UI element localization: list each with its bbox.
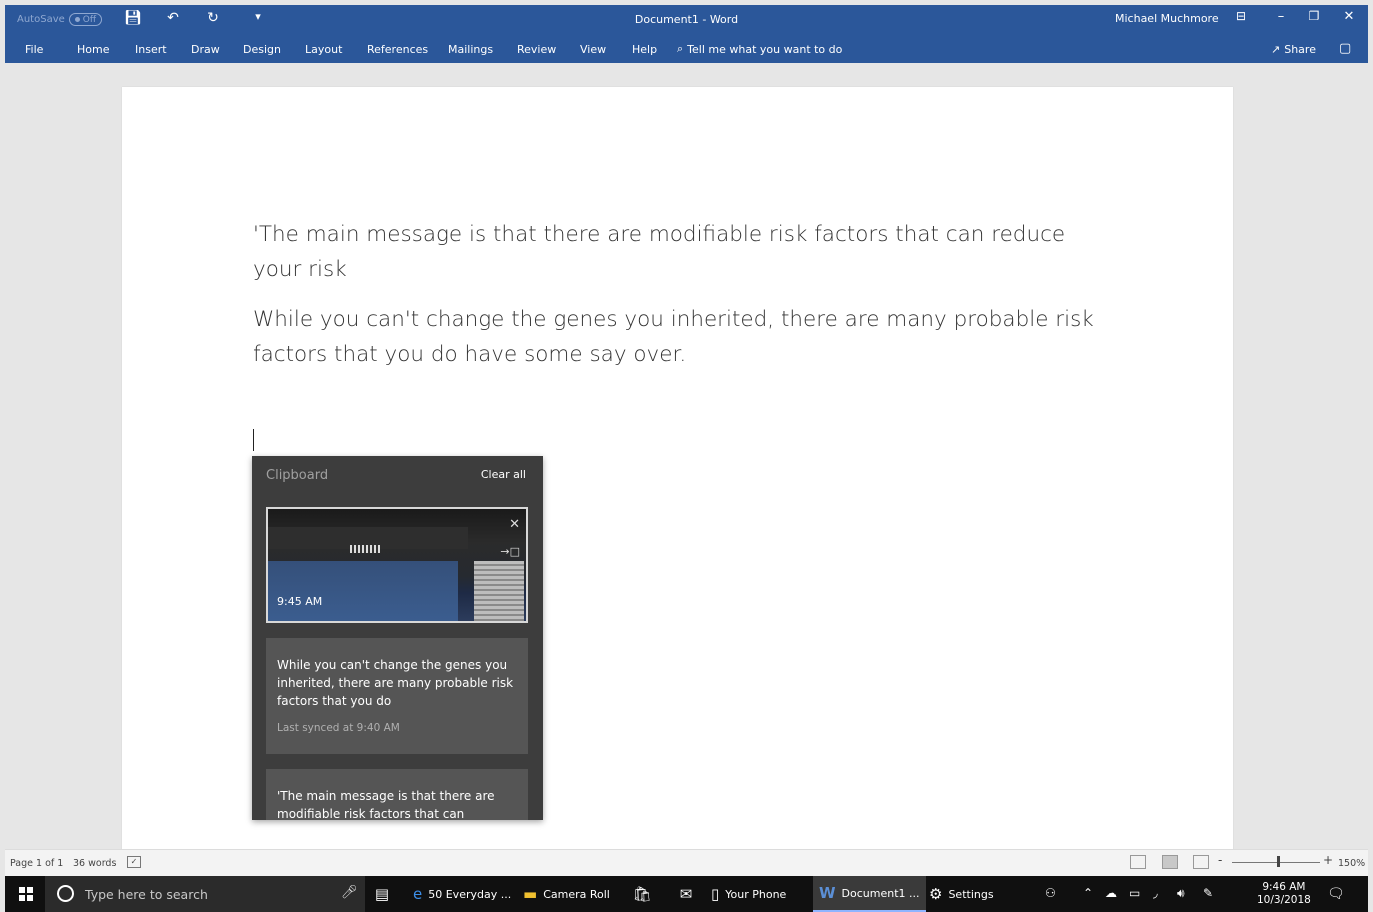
taskbar-item-label: Settings (948, 887, 994, 901)
notifications-icon[interactable]: 🗨︎ (1327, 886, 1345, 902)
clock-time: 9:46 AM (1262, 881, 1306, 893)
people-icon[interactable]: ⚇ (1045, 886, 1056, 900)
close-icon[interactable]: ✕ (509, 517, 520, 532)
pin-icon[interactable]: →□ (500, 545, 520, 558)
taskbar-clock[interactable]: 9:46 AM 10/3/2018 (1257, 881, 1311, 907)
close-icon[interactable]: ✕ (1338, 9, 1360, 24)
tab-help[interactable]: Help (632, 43, 657, 56)
gear-icon: ⚙ (929, 885, 943, 903)
taskbar-item-settings[interactable]: ⚙ Settings (923, 876, 1000, 912)
clipboard-text-item[interactable]: 'The main message is that there are modi… (266, 769, 528, 820)
phone-icon: ▯ (711, 885, 720, 903)
zoom-in-button[interactable]: + (1323, 853, 1333, 867)
tab-view[interactable]: View (580, 43, 606, 56)
show-hidden-icons-icon[interactable]: ⌃ (1083, 886, 1093, 900)
tab-layout[interactable]: Layout (305, 43, 342, 56)
microphone-icon[interactable]: 🎤︎ (341, 885, 358, 900)
document-canvas[interactable]: 'The main message is that there are modi… (5, 63, 1368, 849)
battery-icon[interactable]: ▭ (1129, 886, 1140, 900)
paragraph-2[interactable]: While you can't change the genes you inh… (253, 302, 1113, 372)
zoom-out-button[interactable]: - (1218, 853, 1222, 867)
pen-icon[interactable]: ✎ (1203, 886, 1213, 900)
taskbar-item-label: Camera Roll (543, 887, 610, 901)
clipboard-image-item[interactable]: 9:45 AM ✕ →□ (266, 507, 528, 623)
tell-me-label: Tell me what you want to do (687, 42, 843, 56)
taskbar: Type here to search 🎤︎ ▤ e 50 Everyday .… (5, 876, 1368, 912)
proofing-icon[interactable]: ✓ (127, 856, 141, 868)
onedrive-icon[interactable]: ☁ (1105, 886, 1117, 900)
taskbar-item-label: Your Phone (725, 887, 787, 901)
share-label: Share (1284, 43, 1316, 56)
folder-icon: ▬ (523, 885, 538, 903)
share-button[interactable]: ↗ Share (1271, 43, 1316, 56)
search-icon: ⌕ (677, 42, 684, 55)
page-count[interactable]: Page 1 of 1 (10, 858, 63, 869)
windows-start-icon[interactable] (19, 887, 33, 901)
search-placeholder: Type here to search (85, 887, 208, 902)
tab-design[interactable]: Design (243, 43, 281, 56)
clock-date: 10/3/2018 (1257, 894, 1311, 906)
tell-me-search[interactable]: ⌕ Tell me what you want to do (677, 42, 842, 56)
taskbar-item-explorer[interactable]: ▬ Camera Roll (517, 876, 616, 912)
tab-review[interactable]: Review (517, 43, 556, 56)
minimize-icon[interactable]: – (1270, 9, 1292, 24)
user-name[interactable]: Michael Muchmore (1115, 12, 1219, 25)
share-icon: ↗ (1271, 43, 1281, 56)
clipboard-title: Clipboard (266, 468, 329, 483)
taskbar-item-edge[interactable]: e 50 Everyday ... (407, 876, 517, 912)
tab-mailings[interactable]: Mailings (448, 43, 493, 56)
clipboard-item-sync: Last synced at 9:40 AM (277, 722, 400, 734)
edge-icon: e (413, 885, 423, 903)
volume-icon[interactable]: 🔊︎ (1177, 886, 1185, 901)
clipboard-item-time: 9:45 AM (277, 595, 323, 608)
web-layout-icon[interactable] (1193, 855, 1209, 869)
store-icon[interactable]: 🛍︎ (627, 876, 657, 912)
taskbar-item-label: Document1 ... (841, 886, 920, 900)
taskbar-search[interactable]: Type here to search 🎤︎ (45, 876, 365, 912)
tab-draw[interactable]: Draw (191, 43, 220, 56)
zoom-slider-thumb[interactable] (1277, 856, 1280, 867)
clipboard-panel: Clipboard Clear all 9:45 AM ✕ →□ While y… (252, 456, 543, 820)
cortana-icon (57, 885, 74, 902)
taskbar-item-word[interactable]: 𝗪 Document1 ... (813, 876, 926, 912)
clipboard-text-item[interactable]: While you can't change the genes you inh… (266, 638, 528, 754)
thumbnail-detail (350, 545, 380, 553)
wifi-icon[interactable]: ◞ (1153, 886, 1158, 900)
tab-file[interactable]: File (25, 43, 43, 56)
task-view-icon[interactable]: ▤ (371, 876, 393, 912)
restore-icon[interactable]: ❐ (1303, 9, 1325, 23)
word-count[interactable]: 36 words (73, 858, 116, 869)
read-mode-icon[interactable] (1130, 855, 1146, 869)
clear-all-button[interactable]: Clear all (481, 468, 526, 481)
thumbnail-blinds (474, 561, 524, 621)
ribbon-tabs: File Home Insert Draw Design Layout Refe… (5, 35, 1368, 63)
tab-insert[interactable]: Insert (135, 43, 167, 56)
zoom-track[interactable] (1232, 862, 1320, 863)
mail-icon[interactable]: ✉ (669, 876, 703, 912)
tab-references[interactable]: References (367, 43, 428, 56)
ribbon-display-options-icon[interactable]: ⊟ (1230, 9, 1252, 23)
status-bar: Page 1 of 1 36 words ✓ - + 150% (5, 849, 1368, 876)
title-bar: AutoSave Off 💾︎ ↶ ↻ ▾ Document1 - Word M… (5, 5, 1368, 35)
word-icon: 𝗪 (819, 884, 836, 902)
print-layout-icon[interactable] (1162, 855, 1178, 869)
clipboard-item-text: 'The main message is that there are modi… (277, 789, 495, 820)
paragraph-1[interactable]: 'The main message is that there are modi… (253, 217, 1113, 287)
taskbar-item-label: 50 Everyday ... (428, 887, 512, 901)
tab-home[interactable]: Home (77, 43, 109, 56)
clipboard-item-text: While you can't change the genes you inh… (277, 658, 514, 708)
text-cursor (253, 429, 254, 451)
zoom-level[interactable]: 150% (1338, 858, 1365, 869)
taskbar-item-your-phone[interactable]: ▯ Your Phone (705, 876, 792, 912)
thumbnail-screen (268, 561, 458, 621)
comments-icon[interactable]: ▢ (1339, 41, 1351, 56)
